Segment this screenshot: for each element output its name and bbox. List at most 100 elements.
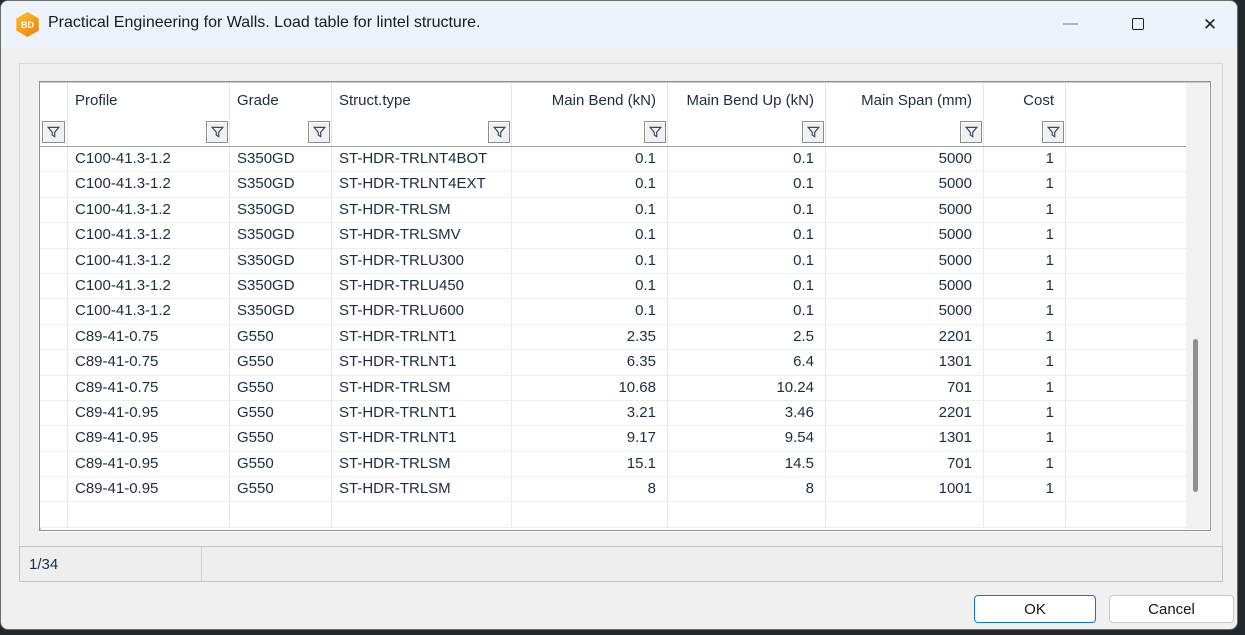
table-cell[interactable]: 1 (984, 172, 1066, 196)
table-cell[interactable]: 1001 (826, 477, 984, 501)
table-cell[interactable]: 5000 (826, 274, 984, 298)
vertical-scrollbar-thumb[interactable] (1193, 339, 1198, 492)
table-row[interactable]: C89-41-0.95G550ST-HDR-TRLSM8810011 (40, 477, 1186, 502)
table-row[interactable]: C89-41-0.95G550ST-HDR-TRLSM15.114.57011 (40, 452, 1186, 477)
table-cell[interactable]: S350GD (230, 198, 332, 222)
table-cell[interactable]: 5000 (826, 249, 984, 273)
table-cell[interactable]: 1 (984, 147, 1066, 171)
table-cell[interactable]: C89-41-0.95 (68, 401, 230, 425)
filter-cell-selector[interactable] (40, 118, 68, 146)
column-header-profile[interactable]: Profile (68, 83, 230, 118)
table-cell[interactable]: 10.68 (512, 376, 668, 400)
table-row[interactable]: C100-41.3-1.2S350GDST-HDR-TRLU6000.10.15… (40, 299, 1186, 324)
table-cell[interactable]: 0.1 (668, 249, 826, 273)
table-cell[interactable]: 2.35 (512, 325, 668, 349)
table-cell[interactable]: 1 (984, 325, 1066, 349)
table-cell[interactable]: ST-HDR-TRLNT1 (332, 401, 512, 425)
table-cell[interactable]: 1 (984, 477, 1066, 501)
table-cell[interactable]: 1 (984, 299, 1066, 323)
filter-cell-main-bend-up[interactable] (668, 118, 826, 146)
table-cell[interactable]: C89-41-0.95 (68, 477, 230, 501)
table-cell[interactable]: 5000 (826, 198, 984, 222)
table-cell[interactable]: C100-41.3-1.2 (68, 223, 230, 247)
minimize-button[interactable] (1047, 7, 1093, 41)
table-cell[interactable]: 2201 (826, 401, 984, 425)
table-cell[interactable]: 0.1 (668, 223, 826, 247)
table-cell[interactable]: 0.1 (512, 198, 668, 222)
table-cell[interactable]: 1 (984, 350, 1066, 374)
table-row[interactable]: C89-41-0.75G550ST-HDR-TRLNT16.356.413011 (40, 350, 1186, 375)
table-cell[interactable]: 1 (984, 223, 1066, 247)
table-cell[interactable]: C89-41-0.75 (68, 376, 230, 400)
table-cell[interactable]: ST-HDR-TRLSMV (332, 223, 512, 247)
table-row[interactable]: C100-41.3-1.2S350GDST-HDR-TRLU3000.10.15… (40, 249, 1186, 274)
filter-cell-struct-type[interactable] (332, 118, 512, 146)
table-cell[interactable]: ST-HDR-TRLU300 (332, 249, 512, 273)
table-cell[interactable]: C100-41.3-1.2 (68, 147, 230, 171)
table-row[interactable]: C100-41.3-1.2S350GDST-HDR-TRLSM0.10.1500… (40, 198, 1186, 223)
table-row[interactable]: C100-41.3-1.2S350GDST-HDR-TRLNT4BOT0.10.… (40, 147, 1186, 172)
table-cell[interactable]: 2.5 (668, 325, 826, 349)
table-cell[interactable]: 0.1 (668, 299, 826, 323)
table-cell[interactable]: 0.1 (668, 274, 826, 298)
table-cell[interactable]: 1 (984, 452, 1066, 476)
close-button[interactable]: ✕ (1187, 7, 1233, 41)
table-cell[interactable]: 5000 (826, 299, 984, 323)
table-cell[interactable]: C89-41-0.75 (68, 325, 230, 349)
table-cell[interactable]: 15.1 (512, 452, 668, 476)
table-row[interactable]: C100-41.3-1.2S350GDST-HDR-TRLNT4EXT0.10.… (40, 172, 1186, 197)
table-row[interactable]: C100-41.3-1.2S350GDST-HDR-TRLU4500.10.15… (40, 274, 1186, 299)
table-cell[interactable]: C100-41.3-1.2 (68, 198, 230, 222)
cancel-button[interactable]: Cancel (1109, 595, 1234, 623)
table-cell[interactable]: ST-HDR-TRLNT1 (332, 426, 512, 450)
table-cell[interactable]: 1 (984, 198, 1066, 222)
table-cell[interactable]: 1 (984, 376, 1066, 400)
table-cell[interactable]: C100-41.3-1.2 (68, 172, 230, 196)
table-cell[interactable]: G550 (230, 350, 332, 374)
table-cell[interactable]: 0.1 (512, 223, 668, 247)
table-cell[interactable]: S350GD (230, 299, 332, 323)
table-cell[interactable]: 1 (984, 249, 1066, 273)
table-cell[interactable]: ST-HDR-TRLSM (332, 452, 512, 476)
table-cell[interactable]: 0.1 (512, 147, 668, 171)
table-row[interactable]: C89-41-0.95G550ST-HDR-TRLNT13.213.462201… (40, 401, 1186, 426)
table-cell[interactable]: ST-HDR-TRLNT1 (332, 350, 512, 374)
filter-cell-main-span[interactable] (826, 118, 984, 146)
table-cell[interactable]: 6.4 (668, 350, 826, 374)
table-cell[interactable]: C89-41-0.95 (68, 426, 230, 450)
table-cell[interactable]: C100-41.3-1.2 (68, 249, 230, 273)
table-row[interactable]: C89-41-0.75G550ST-HDR-TRLSM10.6810.24701… (40, 376, 1186, 401)
table-cell[interactable]: 14.5 (668, 452, 826, 476)
table-cell[interactable]: 0.1 (668, 147, 826, 171)
table-cell[interactable]: 0.1 (668, 172, 826, 196)
table-cell[interactable]: S350GD (230, 223, 332, 247)
table-row[interactable]: C100-41.3-1.2S350GDST-HDR-TRLSMV0.10.150… (40, 223, 1186, 248)
filter-button-cost[interactable] (1042, 121, 1064, 143)
table-cell[interactable]: C100-41.3-1.2 (68, 299, 230, 323)
table-cell[interactable]: ST-HDR-TRLNT1 (332, 325, 512, 349)
table-cell[interactable]: C100-41.3-1.2 (68, 274, 230, 298)
filter-button-main-bend-up[interactable] (802, 121, 824, 143)
column-header-main-bend-up[interactable]: Main Bend Up (kN) (668, 83, 826, 118)
table-cell[interactable]: ST-HDR-TRLSM (332, 477, 512, 501)
table-cell[interactable]: 0.1 (512, 249, 668, 273)
table-row[interactable]: C89-41-0.95G550ST-HDR-TRLNT19.179.541301… (40, 426, 1186, 451)
table-cell[interactable]: 5000 (826, 147, 984, 171)
filter-cell-cost[interactable] (984, 118, 1066, 146)
table-cell[interactable]: 0.1 (512, 299, 668, 323)
maximize-button[interactable] (1115, 7, 1161, 41)
table-cell[interactable]: 1 (984, 401, 1066, 425)
table-cell[interactable]: C89-41-0.95 (68, 452, 230, 476)
vertical-scrollbar-track[interactable] (1186, 83, 1209, 529)
filter-button-struct-type[interactable] (488, 121, 510, 143)
column-header-cost[interactable]: Cost (984, 83, 1066, 118)
table-cell[interactable]: G550 (230, 325, 332, 349)
filter-button-profile[interactable] (206, 121, 228, 143)
table-cell[interactable]: 5000 (826, 172, 984, 196)
filter-button-main-bend[interactable] (644, 121, 666, 143)
table-cell[interactable]: 8 (668, 477, 826, 501)
table-cell[interactable]: G550 (230, 426, 332, 450)
table-cell[interactable]: S350GD (230, 249, 332, 273)
table-cell[interactable]: G550 (230, 452, 332, 476)
column-header-main-bend[interactable]: Main Bend (kN) (512, 83, 668, 118)
